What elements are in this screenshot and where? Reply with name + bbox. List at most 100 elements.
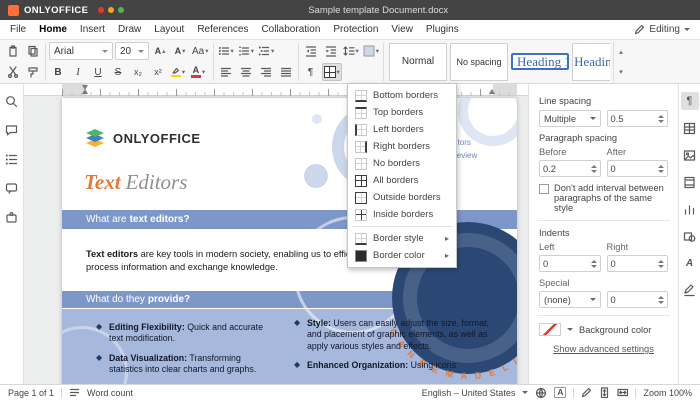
- menu-item-border-color[interactable]: Border color▸: [348, 247, 456, 264]
- align-justify-button[interactable]: [277, 63, 295, 81]
- increase-indent-button[interactable]: [322, 42, 340, 60]
- menu-item-inside-borders[interactable]: Inside borders: [348, 206, 456, 223]
- spinner-arrows[interactable]: [591, 260, 597, 268]
- style-no-spacing[interactable]: No spacing: [450, 43, 508, 81]
- menu-item-right-borders[interactable]: Right borders: [348, 138, 456, 155]
- menu-item-no-borders[interactable]: No borders: [348, 155, 456, 172]
- menu-item-outside-borders[interactable]: Outside borders: [348, 189, 456, 206]
- decrease-indent-button[interactable]: [302, 42, 320, 60]
- subscript-button[interactable]: x₂: [129, 63, 147, 81]
- shape-settings-icon[interactable]: [681, 227, 699, 245]
- menu-item-left-borders[interactable]: Left borders: [348, 121, 456, 138]
- multilevel-list-button[interactable]: ▾: [257, 42, 275, 60]
- cut-button[interactable]: [4, 63, 22, 81]
- indent-left-spinner[interactable]: 0: [539, 255, 601, 272]
- menu-item-top-borders[interactable]: Top borders: [348, 104, 456, 121]
- advanced-settings-link[interactable]: Show advanced settings: [539, 344, 668, 354]
- tab-layout[interactable]: Layout: [154, 24, 184, 35]
- line-spacing-spinner[interactable]: 0.5: [607, 110, 668, 127]
- chevron-down-icon[interactable]: [567, 328, 573, 331]
- borders-button[interactable]: ▾: [322, 63, 342, 81]
- before-spinner[interactable]: 0.2: [539, 160, 601, 177]
- style-heading1[interactable]: Heading 1: [511, 53, 569, 70]
- gallery-up-icon[interactable]: ▴: [619, 48, 623, 56]
- numbered-list-button[interactable]: ▾: [237, 42, 255, 60]
- comments-icon[interactable]: [3, 121, 21, 139]
- tab-draw[interactable]: Draw: [118, 24, 141, 35]
- special-select[interactable]: (none): [539, 291, 601, 308]
- menu-item-border-style[interactable]: Border style▸: [348, 230, 456, 247]
- spinner-arrows[interactable]: [591, 165, 597, 173]
- font-size-select[interactable]: 20: [115, 42, 149, 60]
- after-spinner[interactable]: 0: [607, 160, 669, 177]
- tab-protection[interactable]: Protection: [333, 24, 378, 35]
- menu-item-bottom-borders[interactable]: Bottom borders: [348, 87, 456, 104]
- align-left-button[interactable]: [217, 63, 235, 81]
- font-name-select[interactable]: Arial: [49, 42, 113, 60]
- highlight-color-button[interactable]: ▾: [169, 63, 187, 81]
- zoom-control[interactable]: Zoom 100%: [643, 388, 692, 398]
- textart-settings-icon[interactable]: A: [681, 254, 699, 272]
- tab-file[interactable]: File: [10, 24, 26, 35]
- increase-font-button[interactable]: A▴: [151, 42, 169, 60]
- bullet-list-button[interactable]: ▾: [217, 42, 235, 60]
- align-right-button[interactable]: [257, 63, 275, 81]
- word-count-label[interactable]: Word count: [87, 388, 133, 398]
- style-normal[interactable]: Normal: [389, 43, 447, 81]
- language-select[interactable]: English – United States: [422, 388, 516, 398]
- tab-references[interactable]: References: [197, 24, 248, 35]
- bold-button[interactable]: B: [49, 63, 67, 81]
- tab-insert[interactable]: Insert: [80, 24, 105, 35]
- spell-check-icon[interactable]: A: [554, 387, 566, 398]
- table-settings-icon[interactable]: [681, 119, 699, 137]
- align-center-button[interactable]: [237, 63, 255, 81]
- strikethrough-button[interactable]: S: [109, 63, 127, 81]
- plugins-icon[interactable]: [3, 208, 21, 226]
- indent-right-spinner[interactable]: 0: [607, 255, 669, 272]
- copy-style-button[interactable]: [24, 63, 42, 81]
- spinner-arrows[interactable]: [658, 115, 664, 123]
- change-case-button[interactable]: Aa▾: [191, 42, 210, 60]
- navigation-icon[interactable]: [3, 150, 21, 168]
- no-interval-checkbox[interactable]: Don't add interval between paragraphs of…: [539, 183, 668, 213]
- fit-width-icon[interactable]: [617, 387, 628, 398]
- fit-page-icon[interactable]: [599, 387, 610, 398]
- set-language-globe-icon[interactable]: [535, 387, 547, 399]
- right-indent-marker[interactable]: [489, 89, 495, 94]
- background-color-swatch[interactable]: [539, 323, 561, 336]
- paste-button[interactable]: [4, 42, 22, 60]
- copy-button[interactable]: [24, 42, 42, 60]
- font-color-button[interactable]: A▾: [189, 63, 207, 81]
- style-heading2[interactable]: Heading 2: [572, 43, 610, 81]
- paragraph-settings-icon[interactable]: ¶: [681, 92, 699, 110]
- menu-item-all-borders[interactable]: All borders: [348, 172, 456, 189]
- spinner-arrows[interactable]: [658, 260, 664, 268]
- chart-settings-icon[interactable]: [681, 200, 699, 218]
- page-count[interactable]: Page 1 of 1: [8, 388, 54, 398]
- tab-collaboration[interactable]: Collaboration: [261, 24, 320, 35]
- underline-button[interactable]: U: [89, 63, 107, 81]
- superscript-button[interactable]: x²: [149, 63, 167, 81]
- tab-view[interactable]: View: [391, 24, 413, 35]
- chat-icon[interactable]: [3, 179, 21, 197]
- italic-button[interactable]: I: [69, 63, 87, 81]
- line-spacing-select[interactable]: Multiple: [539, 110, 601, 127]
- image-settings-icon[interactable]: [681, 146, 699, 164]
- spinner-arrows[interactable]: [658, 165, 664, 173]
- tab-plugins[interactable]: Plugins: [426, 24, 459, 35]
- track-changes-icon[interactable]: [581, 387, 592, 398]
- editing-mode-button[interactable]: Editing: [634, 24, 690, 35]
- gallery-down-icon[interactable]: ▾: [619, 68, 623, 76]
- special-spinner[interactable]: 0: [607, 291, 669, 308]
- spinner-arrows[interactable]: [658, 296, 664, 304]
- decrease-font-button[interactable]: A▾: [171, 42, 189, 60]
- paragraph-shading-button[interactable]: ▾: [362, 42, 380, 60]
- search-icon[interactable]: [3, 92, 21, 110]
- line-spacing-button[interactable]: ▾: [342, 42, 360, 60]
- left-indent-marker[interactable]: [82, 89, 88, 94]
- checkbox-icon[interactable]: [539, 184, 549, 194]
- nonprinting-chars-button[interactable]: ¶: [302, 63, 320, 81]
- signature-settings-icon[interactable]: [681, 281, 699, 299]
- tab-home[interactable]: Home: [39, 24, 67, 35]
- header-footer-settings-icon[interactable]: [681, 173, 699, 191]
